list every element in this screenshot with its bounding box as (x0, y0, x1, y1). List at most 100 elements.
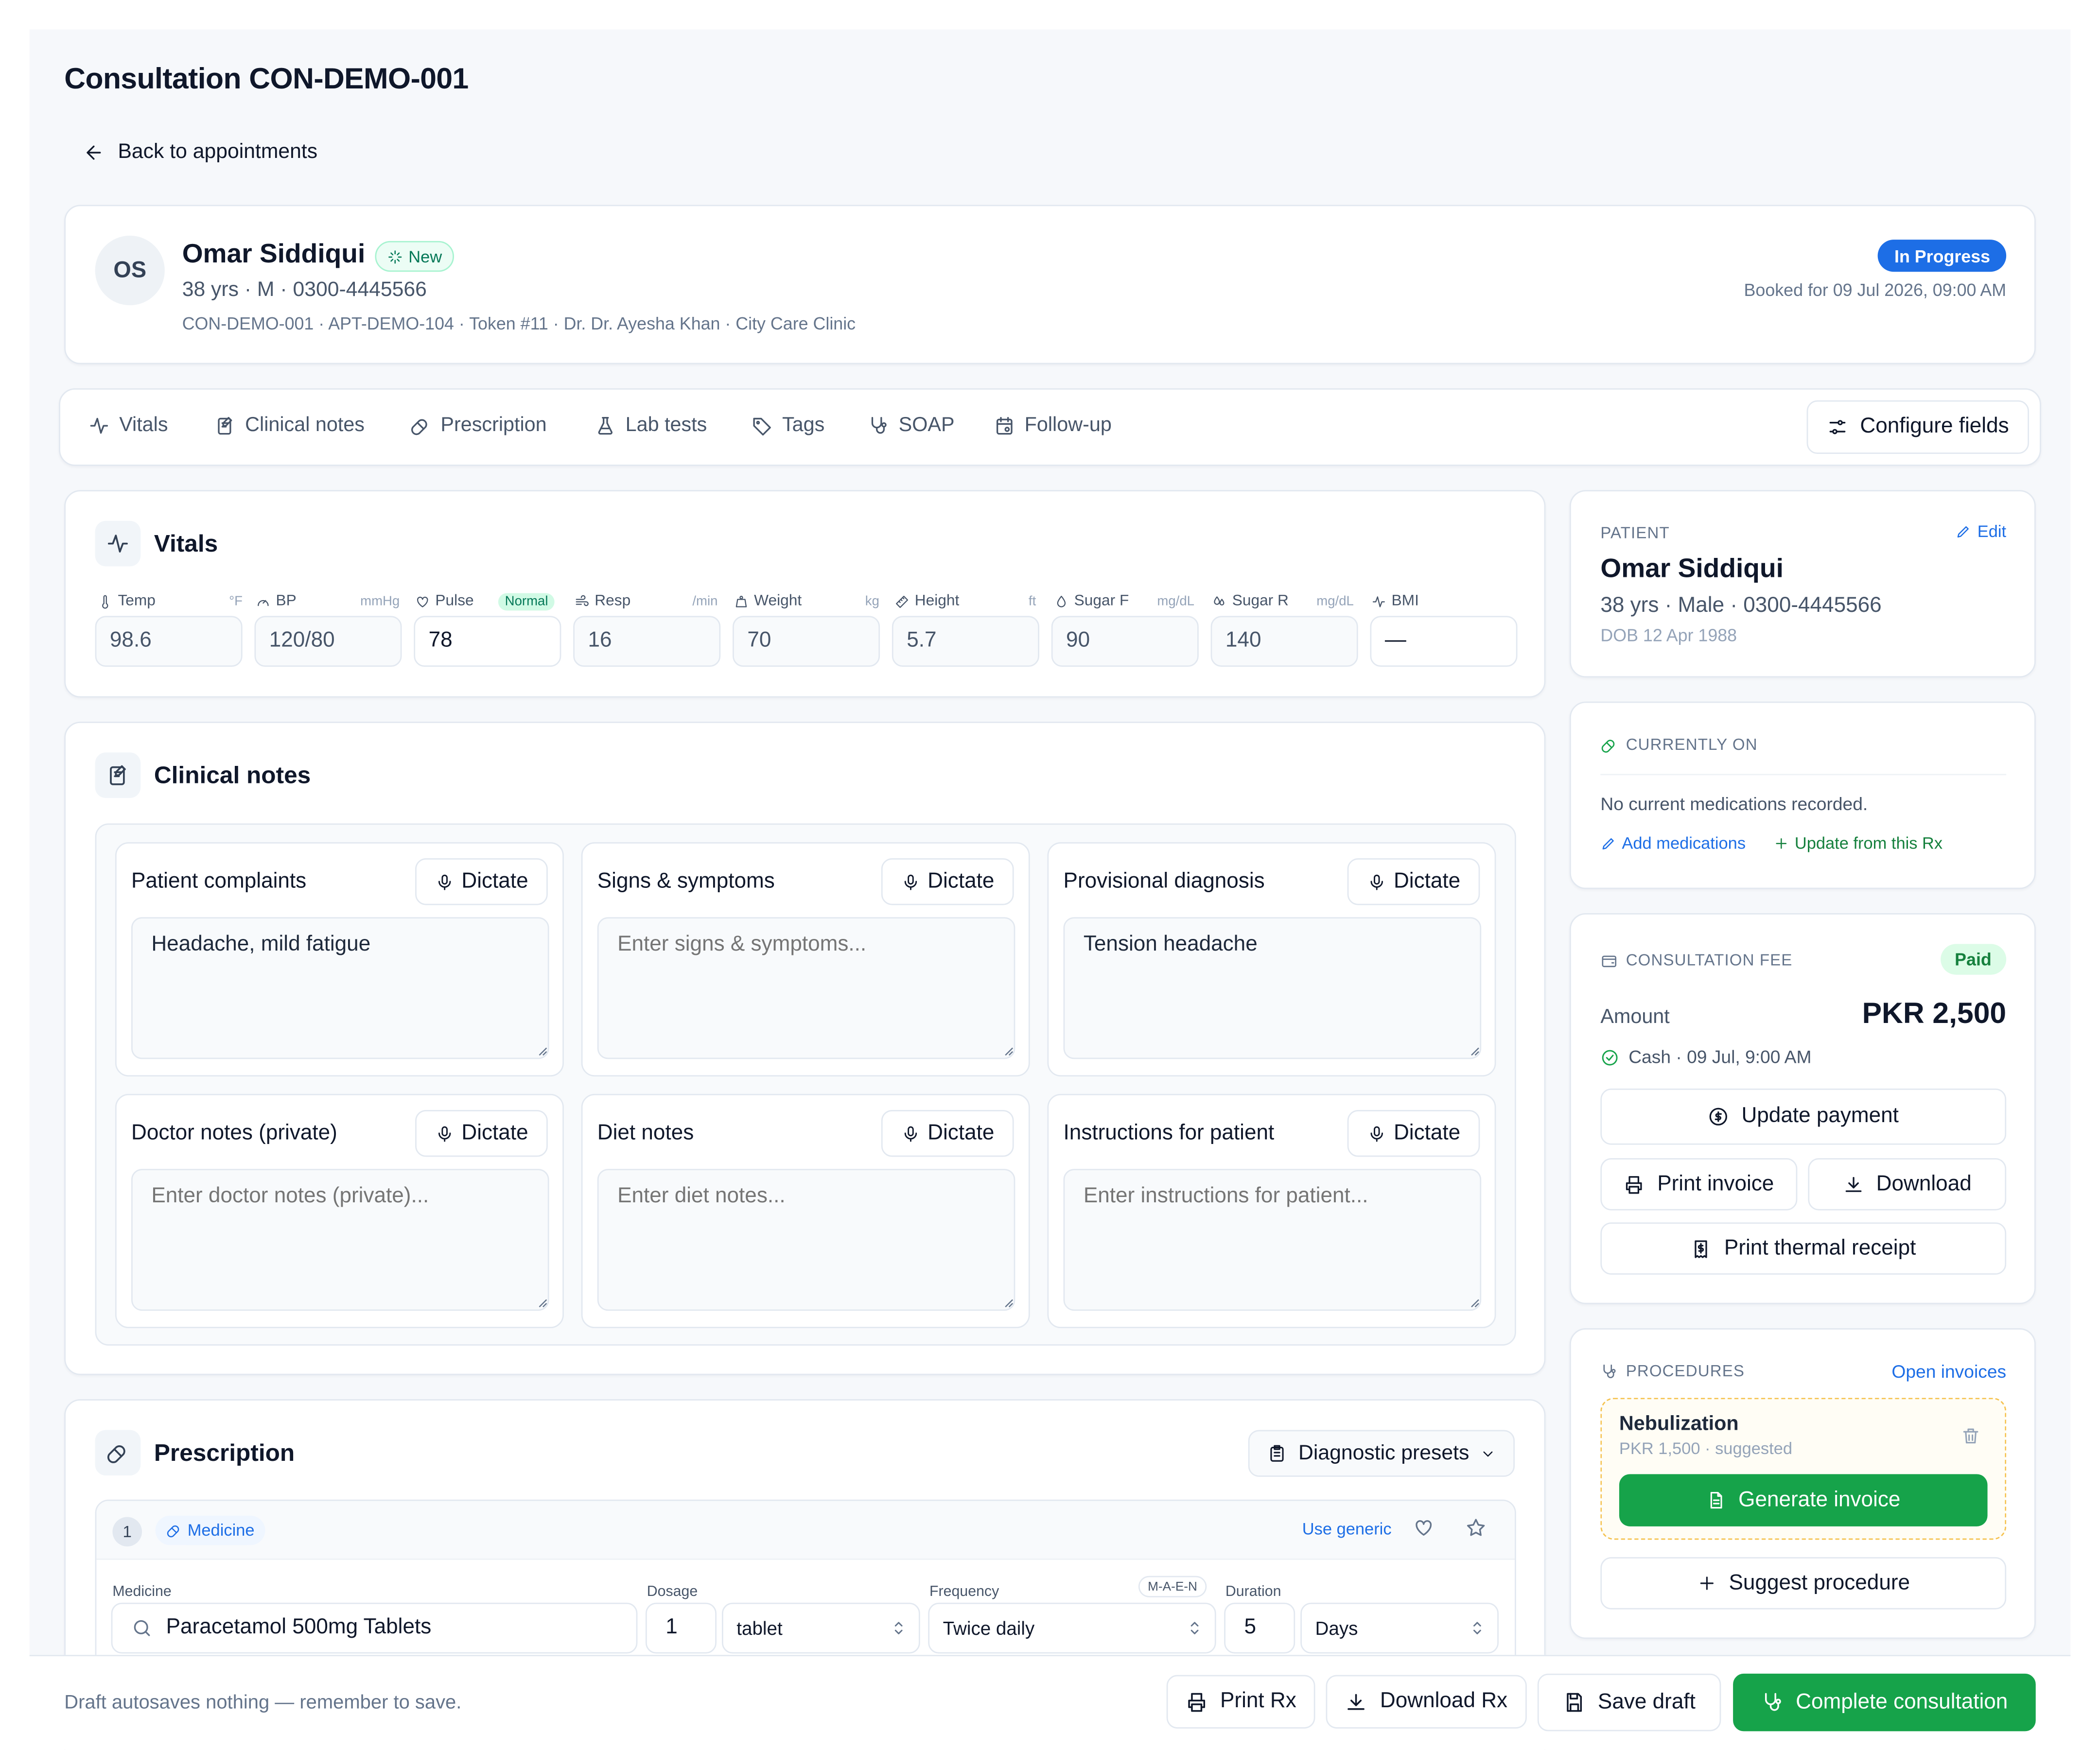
viewport: Consultation CON-DEMO-001 Back to appoin… (0, 0, 2100, 1750)
star-icon[interactable] (1465, 1517, 1487, 1539)
use-generic-link[interactable]: Use generic (1302, 1520, 1392, 1539)
vital-input-temp[interactable] (95, 616, 243, 667)
duration-quantity-input[interactable]: 5 (1224, 1602, 1295, 1654)
patient-card-meta: 38 yrs · Male · 0300-4445566 (1600, 594, 1882, 618)
dictate-button[interactable]: Dictate (415, 1109, 548, 1157)
vital-label-weight: Weight (734, 593, 802, 609)
dictate-button[interactable]: Dictate (881, 858, 1014, 905)
vital-input-bp[interactable] (254, 616, 402, 667)
microphone-icon (904, 1126, 917, 1142)
vital-unit-weight: kg (865, 594, 879, 609)
plus-icon (1700, 1577, 1714, 1590)
save-icon (1567, 1693, 1582, 1712)
tab-vitals[interactable]: Vitals (88, 414, 168, 436)
weight-icon (735, 595, 747, 607)
page-title: Consultation CON-DEMO-001 (64, 61, 469, 95)
dosage-quantity-input[interactable]: 1 (645, 1602, 717, 1654)
stethoscope-icon (1765, 1693, 1781, 1711)
vital-unit-bp: mmHg (360, 594, 400, 609)
chevron-up-down-icon (1190, 1622, 1199, 1634)
configure-fields-label: Configure fields (1860, 415, 2009, 438)
consultation-ids: CON-DEMO-001 · APT-DEMO-104 · Token #11 … (182, 313, 856, 334)
note-patient-complaints: Patient complaints Dictate Headache, mil… (115, 842, 564, 1077)
vital-label-pulse: Pulse (415, 593, 474, 609)
diet-notes-textarea[interactable] (597, 1169, 1015, 1311)
provisional-diagnosis-textarea[interactable]: Tension headache (1063, 917, 1482, 1059)
activity-icon (107, 535, 128, 553)
tab-tags[interactable]: Tags (752, 414, 825, 437)
configure-fields-button[interactable]: Configure fields (1806, 400, 2029, 454)
tab-soap[interactable]: SOAP (868, 414, 955, 436)
dictate-button[interactable]: Dictate (1347, 1109, 1480, 1157)
paid-badge: Paid (1940, 944, 2007, 975)
edit-patient-link[interactable]: Edit (1956, 522, 2006, 541)
note-label: Provisional diagnosis (1063, 870, 1265, 893)
resize-grip-icon (1471, 1299, 1479, 1308)
vitals-section-icon (95, 520, 141, 567)
duration-unit-select[interactable]: Days (1300, 1602, 1499, 1654)
doctor-notes-textarea[interactable] (131, 1169, 549, 1311)
vital-input-bmi[interactable] (1370, 616, 1518, 667)
chevron-up-down-icon (894, 1622, 903, 1634)
tab-label: Follow-up (1024, 414, 1112, 437)
tag-icon (753, 417, 771, 435)
vital-label-height: Height (894, 593, 959, 609)
print-rx-button[interactable]: Print Rx (1166, 1675, 1315, 1729)
frequency-label: Frequency (929, 1584, 999, 1600)
tab-prescription[interactable]: Prescription (410, 414, 547, 436)
prescription-item-header: 1 Medicine Use generic (96, 1501, 1515, 1560)
dictate-button[interactable]: Dictate (881, 1109, 1014, 1157)
app-window: Consultation CON-DEMO-001 Back to appoin… (29, 29, 2071, 1750)
receipt-icon (1695, 1239, 1708, 1258)
instructions-textarea[interactable] (1063, 1169, 1482, 1311)
vital-input-pulse[interactable] (414, 616, 561, 667)
gauge-icon (258, 599, 269, 606)
vital-unit-sugar-f: mg/dL (1157, 594, 1194, 609)
dictate-button[interactable]: Dictate (415, 858, 548, 905)
download-rx-button[interactable]: Download Rx (1326, 1675, 1527, 1729)
diagnostic-presets-dropdown[interactable]: Diagnostic presets (1249, 1430, 1515, 1477)
droplets-icon (1214, 595, 1225, 605)
back-link-label: Back to appointments (118, 140, 318, 164)
back-link[interactable]: Back to appointments (83, 140, 317, 165)
frequency-select[interactable]: Twice daily (928, 1602, 1216, 1654)
dosage-unit-select[interactable]: tablet (721, 1602, 920, 1654)
vital-input-weight[interactable] (733, 616, 880, 667)
note-label: Doctor notes (private) (131, 1122, 337, 1145)
save-draft-button[interactable]: Save draft (1537, 1673, 1721, 1732)
tab-clinical-notes[interactable]: Clinical notes (214, 414, 365, 436)
signs-symptoms-textarea[interactable] (597, 917, 1015, 1059)
file-icon (1710, 1492, 1722, 1509)
patient-complaints-textarea[interactable]: Headache, mild fatigue (131, 917, 549, 1059)
no-medications-text: No current medications recorded. (1600, 794, 1868, 814)
add-medications-link[interactable]: Add medications (1600, 834, 1746, 853)
printer-icon (1627, 1175, 1643, 1194)
arrow-left-icon (87, 145, 101, 160)
vital-input-resp[interactable] (573, 616, 721, 667)
notes-icon (218, 416, 232, 434)
tab-label: Clinical notes (245, 414, 365, 437)
suggest-procedure-button[interactable]: Suggest procedure (1600, 1557, 2007, 1610)
download-invoice-button[interactable]: Download (1808, 1158, 2007, 1211)
dictate-button[interactable]: Dictate (1347, 858, 1480, 905)
note-label: Signs & symptoms (597, 870, 775, 893)
booked-time: Booked for 09 Jul 2026, 09:00 AM (1744, 279, 2007, 300)
vital-input-height[interactable] (892, 616, 1039, 667)
vital-unit-sugar-r: mg/dL (1316, 594, 1354, 609)
tab-lab-tests[interactable]: Lab tests (595, 414, 707, 436)
tab-follow-up[interactable]: Follow-up (994, 414, 1112, 436)
heart-icon[interactable] (1413, 1517, 1435, 1539)
complete-consultation-button[interactable]: Complete consultation (1733, 1673, 2036, 1732)
open-invoices-link[interactable]: Open invoices (1891, 1362, 2006, 1382)
update-from-rx-link[interactable]: Update from this Rx (1773, 834, 1942, 853)
sliders-icon (1829, 420, 1845, 434)
print-invoice-button[interactable]: Print invoice (1600, 1158, 1798, 1211)
generate-invoice-button[interactable]: Generate invoice (1619, 1474, 1988, 1526)
update-payment-button[interactable]: Update payment (1600, 1088, 2007, 1145)
print-thermal-receipt-button[interactable]: Print thermal receipt (1600, 1222, 2007, 1275)
trash-icon[interactable] (1960, 1426, 1980, 1446)
medicine-search-input[interactable]: Paracetamol 500mg Tablets (111, 1602, 638, 1654)
vital-input-sugar-f[interactable] (1051, 616, 1199, 667)
tab-label: Tags (782, 414, 825, 437)
vital-input-sugar-r[interactable] (1210, 616, 1358, 667)
